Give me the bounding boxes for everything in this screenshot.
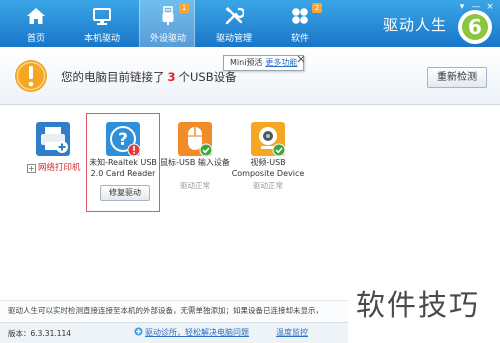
- mouse-icon[interactable]: [177, 121, 213, 157]
- info-text: 驱动人生可以实时检测直接连接至本机的外部设备，无需单独添加；如果设备已连接却未显…: [8, 306, 323, 315]
- repair-driver-button[interactable]: 修复驱动: [100, 185, 150, 201]
- tab-local-drivers[interactable]: 本机驱动: [74, 0, 130, 47]
- tab-driver-management-label: 驱动管理: [215, 34, 252, 44]
- tab-local-drivers-label: 本机驱动: [83, 34, 120, 44]
- usb-icon: [162, 6, 174, 25]
- tab-peripheral-drivers-label: 外设驱动: [149, 34, 186, 44]
- driver-clinic-label: 驱动诊所，轻松解决电脑问题: [145, 328, 249, 337]
- printer-icon[interactable]: [35, 121, 71, 157]
- add-network-printer-link[interactable]: + 网络打印机: [27, 161, 81, 173]
- tab-driver-management[interactable]: 驱动管理: [206, 0, 262, 47]
- rescan-button[interactable]: 重新检测: [427, 67, 487, 88]
- net-printer-label: 网络打印机: [38, 163, 81, 173]
- tab-software[interactable]: 2 软件: [272, 0, 328, 47]
- tooltip-close-icon[interactable]: [297, 55, 305, 63]
- driver-clinic-link[interactable]: 驱动诊所，轻松解决电脑问题: [134, 327, 249, 338]
- status-suffix: 个USB设备: [178, 70, 237, 84]
- mini-mode-tooltip: Mini预活 更多功能: [223, 55, 305, 71]
- unknown-device-icon: ?: [106, 122, 141, 157]
- device-count: 3: [167, 70, 176, 84]
- tools-icon: [225, 7, 244, 25]
- warning-icon: [15, 60, 47, 92]
- svg-text:?: ?: [118, 130, 128, 150]
- tab-home[interactable]: 首页: [8, 0, 64, 47]
- monitor-icon: [93, 8, 111, 25]
- brand-logo-digit: 6: [468, 15, 482, 39]
- tooltip-text: Mini预活: [230, 58, 263, 67]
- device-name-line: 2.0 Card Reader: [90, 169, 156, 178]
- status-prefix: 您的电脑目前链接了: [61, 70, 165, 84]
- brand-logo: 6: [458, 10, 492, 44]
- tab-home-label: 首页: [26, 34, 45, 44]
- device-name-line: 视频-USB: [250, 158, 286, 167]
- tab-software-badge: 2: [312, 3, 322, 13]
- tab-software-label: 软件: [290, 34, 309, 44]
- brand-name: 驱动人生: [383, 16, 448, 34]
- driver-status: 驱动正常: [253, 181, 283, 190]
- temperature-monitor-link[interactable]: 温度监控: [276, 327, 308, 338]
- plus-icon: +: [27, 164, 36, 173]
- watermark: 软件技巧: [356, 288, 481, 322]
- clinic-icon: [134, 327, 143, 336]
- device-name: 视频-USB Composite Device: [223, 157, 313, 179]
- more-features-link[interactable]: 更多功能: [265, 58, 297, 67]
- webcam-icon[interactable]: [250, 121, 286, 157]
- apps-icon: [292, 8, 308, 24]
- status-message: 您的电脑目前链接了 3 个USB设备: [61, 69, 237, 85]
- home-icon: [27, 8, 45, 24]
- tab-peripheral-badge: 1: [179, 3, 189, 13]
- tab-peripheral-drivers[interactable]: 1 外设驱动: [139, 0, 195, 47]
- device-name-line: Composite Device: [231, 169, 305, 178]
- version-label: 版本：6.3.31.114: [8, 329, 72, 338]
